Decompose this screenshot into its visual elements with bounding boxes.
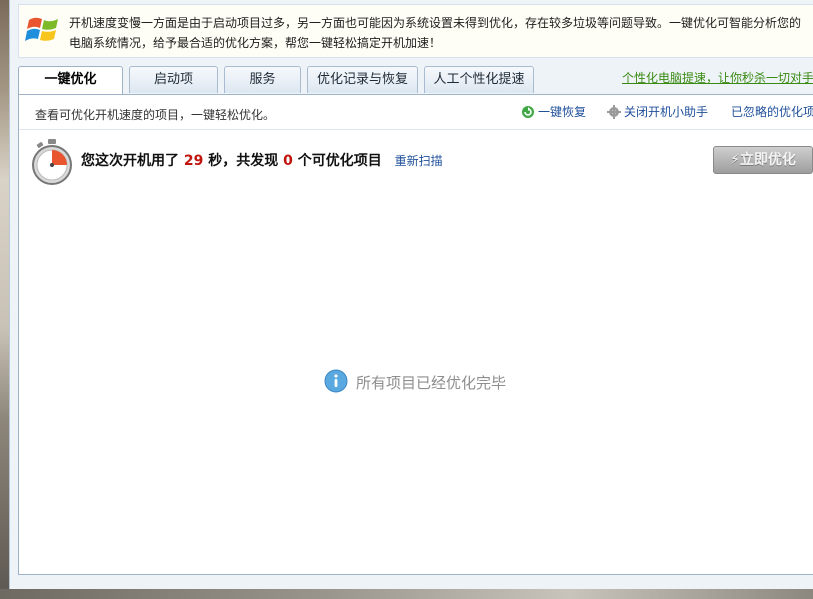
tip-text: 开机速度变慢一方面是由于启动项目过多，另一方面也可能因为系统设置未得到优化，存在… bbox=[69, 13, 809, 53]
tab-services[interactable]: 服务 bbox=[224, 66, 301, 93]
panel-description: 查看可优化开机速度的项目，一键轻松优化。 bbox=[35, 108, 276, 122]
tab-optimize-history[interactable]: 优化记录与恢复 bbox=[307, 66, 418, 93]
tab-manual-speedup[interactable]: 人工个性化提速 bbox=[424, 66, 534, 93]
action-bar: 查看可优化开机速度的项目，一键轻松优化。 一键恢复 关闭开机小助手 已忽略的优化… bbox=[19, 95, 813, 130]
empty-state: 所有项目已经优化完毕 bbox=[324, 369, 506, 393]
boot-seconds: 29 bbox=[183, 153, 204, 169]
close-boot-helper-link[interactable]: 关闭开机小助手 bbox=[607, 103, 708, 120]
scan-status-row: 您这次开机用了 29 秒，共发现 0 个可优化项目 重新扫描 ⚡立即优化 bbox=[19, 131, 813, 185]
one-click-restore-link[interactable]: 一键恢复 bbox=[521, 103, 586, 120]
tip-banner: 开机速度变慢一方面是由于启动项目过多，另一方面也可能因为系统设置未得到优化，存在… bbox=[18, 4, 813, 58]
empty-message: 所有项目已经优化完毕 bbox=[356, 374, 507, 392]
status-suffix: 个可优化项目 bbox=[297, 153, 382, 169]
scan-summary: 您这次开机用了 29 秒，共发现 0 个可优化项目 重新扫描 bbox=[81, 150, 443, 170]
status-middle: 秒，共发现 bbox=[208, 153, 279, 169]
restore-icon bbox=[522, 106, 534, 118]
tab-one-click-optimize[interactable]: 一键优化 bbox=[18, 66, 123, 95]
optimizable-count: 0 bbox=[283, 153, 293, 169]
tip-line-1: 开机速度变慢一方面是由于启动项目过多，另一方面也可能因为系统设置未得到优化，存在… bbox=[69, 16, 802, 30]
tip-line-2: 电脑系统情况，给予最合适的优化方案，帮您一键轻松搞定开机加速！ bbox=[69, 36, 442, 50]
tab-startup-items[interactable]: 启动项 bbox=[129, 66, 218, 93]
windows-logo-icon bbox=[25, 17, 58, 41]
one-click-restore-label: 一键恢复 bbox=[538, 105, 587, 119]
gear-icon bbox=[607, 105, 621, 119]
status-prefix: 您这次开机用了 bbox=[81, 153, 179, 169]
personalized-speedup-link[interactable]: 个性化电脑提速，让你秒杀一切对手 bbox=[622, 69, 813, 86]
optimize-now-button[interactable]: ⚡立即优化 bbox=[713, 146, 813, 174]
main-panel: 查看可优化开机速度的项目，一键轻松优化。 一键恢复 关闭开机小助手 已忽略的优化… bbox=[18, 94, 813, 575]
desktop-wallpaper-bottom bbox=[0, 589, 813, 599]
boot-optimizer-window: 开机速度变慢一方面是由于启动项目过多，另一方面也可能因为系统设置未得到优化，存在… bbox=[9, 0, 813, 589]
info-icon bbox=[324, 369, 348, 393]
ignored-items-link[interactable]: 已忽略的优化项 bbox=[731, 103, 813, 120]
desktop-wallpaper bbox=[0, 0, 9, 599]
rescan-link[interactable]: 重新扫描 bbox=[395, 154, 443, 168]
tab-bar: 一键优化 启动项 服务 优化记录与恢复 人工个性化提速 个性化电脑提速，让你秒杀… bbox=[18, 66, 813, 95]
stopwatch-icon bbox=[32, 139, 72, 185]
close-boot-helper-label: 关闭开机小助手 bbox=[624, 105, 709, 119]
